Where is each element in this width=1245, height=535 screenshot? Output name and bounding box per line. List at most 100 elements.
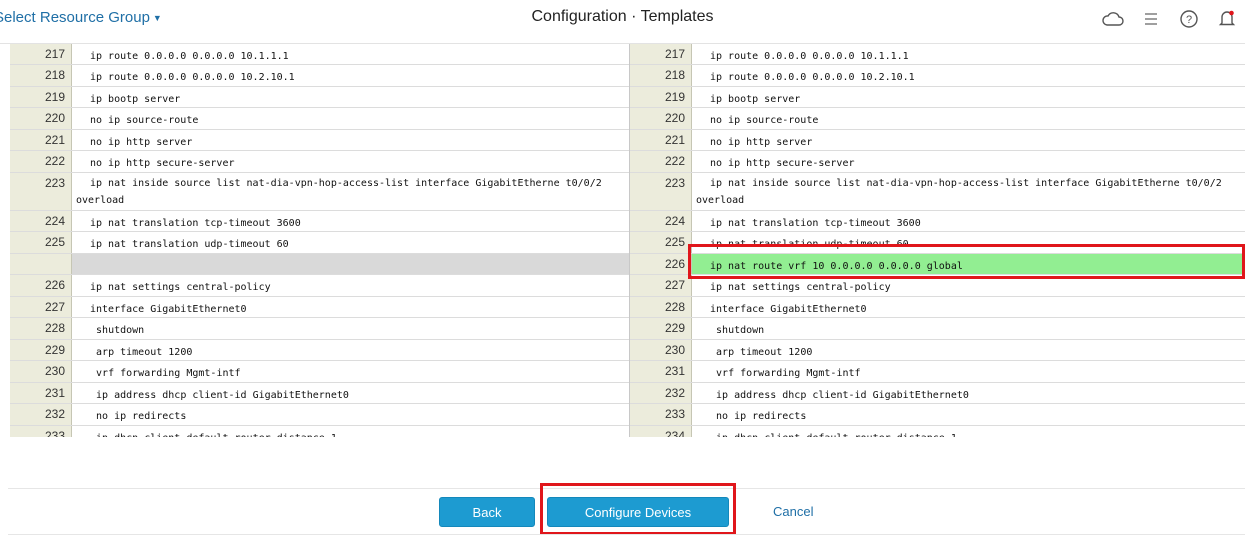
code-row: 223 ip nat inside source list nat-dia-vpn… — [630, 173, 1245, 211]
line-number: 229 — [10, 340, 72, 360]
line-number: 222 — [10, 151, 72, 172]
code-line: vrf forwarding Mgmt-intf — [710, 368, 861, 379]
code-row: 224 ip nat translation tcp-timeout 3600 — [10, 211, 629, 232]
line-number: 219 — [10, 87, 72, 107]
code-row: 220 no ip source-route — [630, 108, 1245, 130]
line-number: 227 — [10, 297, 72, 317]
code-line: arp timeout 1200 — [710, 347, 813, 358]
line-number: 232 — [10, 404, 72, 425]
code-line: ip nat translation udp-timeout 60 — [710, 239, 909, 250]
code-line: no ip source-route — [710, 115, 819, 126]
top-header: Select Resource Group ▼ Configuration · … — [0, 0, 1245, 44]
code-line: ip nat translation udp-timeout 60 — [90, 239, 289, 250]
code-row: 221 no ip http server — [630, 130, 1245, 151]
code-row: 229 arp timeout 1200 — [10, 340, 629, 361]
code-line: no ip http server — [90, 137, 193, 148]
page-title: Configuration · Templates — [531, 8, 714, 25]
line-number: 228 — [630, 297, 692, 317]
code-line: vrf forwarding Mgmt-intf — [90, 368, 241, 379]
line-number: 230 — [10, 361, 72, 382]
code-row: 225 ip nat translation udp-timeout 60 — [10, 232, 629, 254]
code-row: 219 ip bootp server — [630, 87, 1245, 108]
line-number — [10, 254, 72, 274]
line-number: 217 — [630, 44, 692, 64]
bell-icon[interactable] — [1215, 7, 1239, 31]
code-row: 225 ip nat translation udp-timeout 60 — [630, 232, 1245, 254]
code-line: ip nat settings central-policy — [90, 282, 271, 293]
line-number: 221 — [630, 130, 692, 150]
modified-config-pane[interactable]: 217 ip route 0.0.0.0 0.0.0.0 10.1.1.1 218… — [630, 44, 1245, 437]
code-row: 222 no ip http secure-server — [10, 151, 629, 173]
code-row: 218 ip route 0.0.0.0 0.0.0.0 10.2.10.1 — [630, 65, 1245, 87]
line-number: 232 — [630, 383, 692, 403]
code-row: 228 shutdown — [10, 318, 629, 340]
code-line: ip route 0.0.0.0 0.0.0.0 10.2.10.1 — [710, 72, 915, 83]
line-number: 231 — [10, 383, 72, 403]
code-row: 233 ip dhcp client default-router distan… — [10, 426, 629, 437]
code-row: 222 no ip http secure-server — [630, 151, 1245, 173]
help-icon[interactable]: ? — [1177, 7, 1201, 31]
code-row: 223 ip nat inside source list nat-dia-vpn… — [10, 173, 629, 211]
line-number: 228 — [10, 318, 72, 339]
line-number: 221 — [10, 130, 72, 150]
code-row: 218 ip route 0.0.0.0 0.0.0.0 10.2.10.1 — [10, 65, 629, 87]
code-row: 228 interface GigabitEthernet0 — [630, 297, 1245, 318]
code-row: 220 no ip source-route — [10, 108, 629, 130]
code-line: shutdown — [90, 325, 145, 336]
code-line: ip address dhcp client-id GigabitEtherne… — [710, 390, 969, 401]
line-number: 219 — [630, 87, 692, 107]
code-line: ip nat translation tcp-timeout 3600 — [710, 218, 921, 229]
code-row: 219 ip bootp server — [10, 87, 629, 108]
line-number: 225 — [10, 232, 72, 253]
code-row: 231 vrf forwarding Mgmt-intf — [630, 361, 1245, 383]
code-row: 227 interface GigabitEthernet0 — [10, 297, 629, 318]
empty-placeholder-row — [10, 254, 629, 275]
cloud-icon[interactable] — [1101, 7, 1125, 31]
code-line: ip dhcp client default-router distance 1 — [692, 426, 1245, 437]
code-row: 217 ip route 0.0.0.0 0.0.0.0 10.1.1.1 — [10, 44, 629, 65]
footer-divider — [8, 488, 1245, 489]
back-button[interactable]: Back — [439, 497, 535, 527]
code-row: 221 no ip http server — [10, 130, 629, 151]
code-line: ip nat translation tcp-timeout 3600 — [90, 218, 301, 229]
code-line: ip bootp server — [90, 94, 181, 105]
line-number: 224 — [10, 211, 72, 231]
code-line: ip route 0.0.0.0 0.0.0.0 10.1.1.1 — [710, 51, 909, 62]
code-row: 229 shutdown — [630, 318, 1245, 340]
line-number: 229 — [630, 318, 692, 339]
code-row: 231 ip address dhcp client-id GigabitEth… — [10, 383, 629, 404]
added-code-line: ip nat route vrf 10 0.0.0.0 0.0.0.0 glob… — [692, 254, 1245, 274]
original-config-pane[interactable]: 217 ip route 0.0.0.0 0.0.0.0 10.1.1.1 218… — [10, 44, 630, 437]
code-line: ip nat inside source list nat-dia-vpn-ho… — [696, 178, 1228, 206]
code-line: ip dhcp client default-router distance 1 — [72, 426, 629, 437]
configure-devices-button[interactable]: Configure Devices — [547, 497, 729, 527]
line-number: 234 — [630, 426, 692, 437]
code-row: 227 ip nat settings central-policy — [630, 275, 1245, 297]
code-row: 230 vrf forwarding Mgmt-intf — [10, 361, 629, 383]
code-row: 226 ip nat settings central-policy — [10, 275, 629, 297]
line-number: 220 — [630, 108, 692, 129]
line-number: 233 — [10, 426, 72, 437]
code-line: no ip http secure-server — [90, 158, 235, 169]
header-icons: ? — [1087, 7, 1239, 31]
code-line: arp timeout 1200 — [90, 347, 193, 358]
code-row: 217 ip route 0.0.0.0 0.0.0.0 10.1.1.1 — [630, 44, 1245, 65]
line-number: 223 — [630, 173, 692, 210]
line-number: 224 — [630, 211, 692, 231]
code-row: 230 arp timeout 1200 — [630, 340, 1245, 361]
added-code-row: 226 ip nat route vrf 10 0.0.0.0 0.0.0.0 g… — [630, 254, 1245, 275]
code-line: interface GigabitEthernet0 — [90, 304, 247, 315]
line-number: 220 — [10, 108, 72, 129]
code-line: no ip redirects — [90, 411, 187, 422]
line-number: 227 — [630, 275, 692, 296]
code-row: 224 ip nat translation tcp-timeout 3600 — [630, 211, 1245, 232]
line-number: 231 — [630, 361, 692, 382]
cancel-link[interactable]: Cancel — [773, 504, 813, 519]
code-line: no ip http secure-server — [710, 158, 855, 169]
menu-icon[interactable] — [1139, 7, 1163, 31]
line-number: 230 — [630, 340, 692, 360]
code-line: ip nat settings central-policy — [710, 282, 891, 293]
code-line: ip address dhcp client-id GigabitEtherne… — [90, 390, 349, 401]
code-line — [72, 254, 629, 274]
code-row: 232 ip address dhcp client-id GigabitEth… — [630, 383, 1245, 404]
